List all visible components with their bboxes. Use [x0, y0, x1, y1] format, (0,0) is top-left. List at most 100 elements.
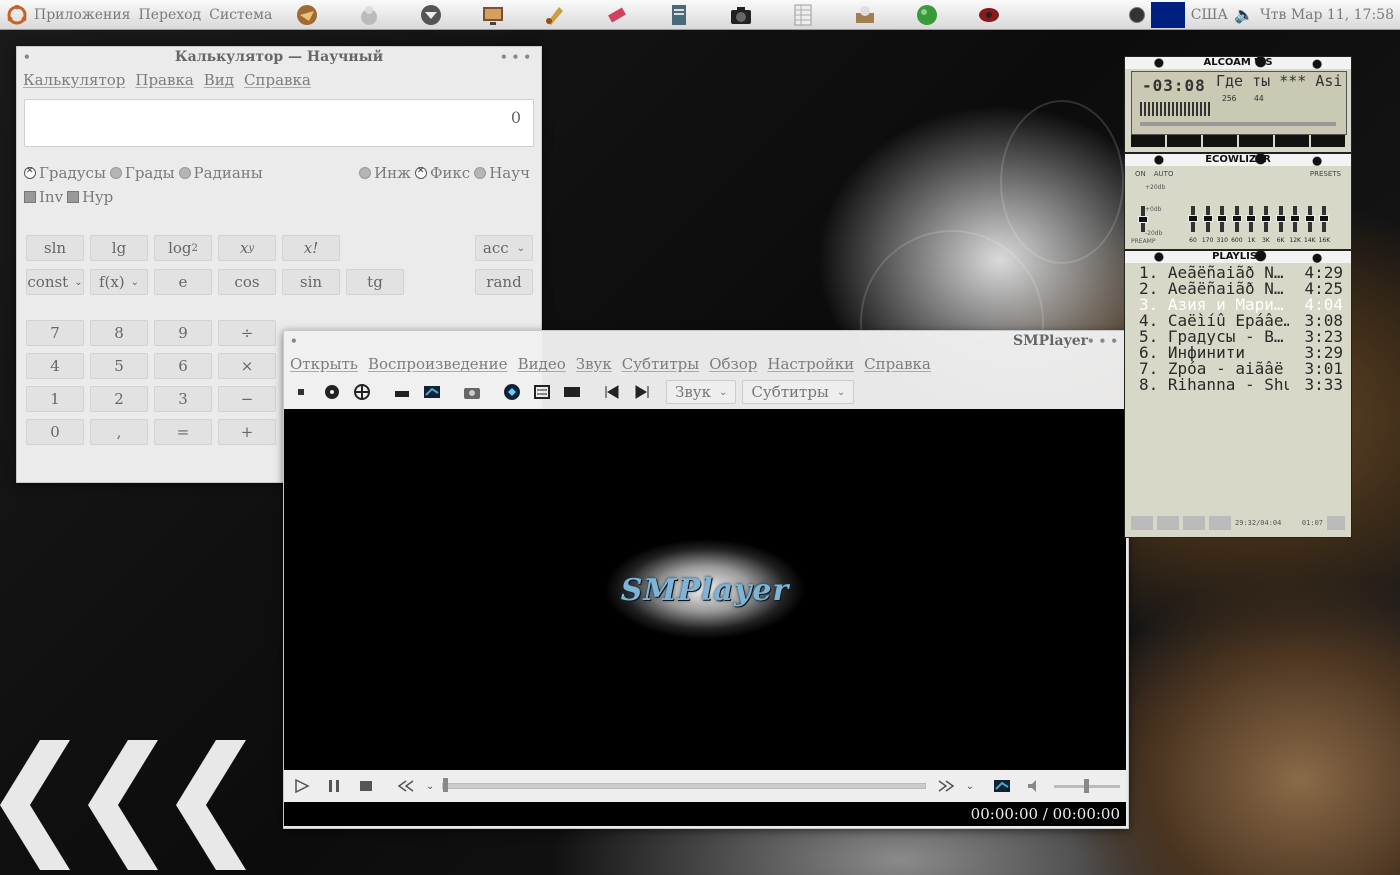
play-icon[interactable] [290, 774, 314, 798]
next-icon[interactable] [630, 380, 654, 404]
key-fx-dropdown[interactable]: f(x) ⌄ [90, 269, 148, 295]
audacious-titlebar[interactable]: ALCOAM WS [1125, 57, 1351, 69]
eq-band-knob[interactable] [1290, 215, 1301, 223]
calculator-titlebar[interactable]: • Калькулятор — Научный ••• [17, 47, 541, 67]
menu-help[interactable]: Справка [864, 355, 931, 373]
eq-band-knob[interactable] [1231, 215, 1242, 223]
calculator-display[interactable]: 0 [24, 99, 534, 147]
key-8[interactable]: 8 [90, 320, 148, 346]
launcher-chat-icon[interactable] [418, 3, 444, 27]
key-multiply[interactable]: × [218, 353, 276, 379]
radio-engineering[interactable]: Инж [359, 164, 411, 182]
volume-handle[interactable] [1084, 778, 1089, 793]
key-2[interactable]: 2 [90, 386, 148, 412]
pause-icon[interactable] [1203, 135, 1237, 147]
eq-band-slider[interactable] [1290, 206, 1301, 232]
menu-browse[interactable]: Обзор [709, 355, 757, 373]
key-log2[interactable]: log 2 [154, 235, 212, 261]
open-network-icon[interactable] [350, 380, 374, 404]
launcher-camera-icon[interactable] [728, 3, 754, 27]
key-const-dropdown[interactable]: const ⌄ [26, 269, 84, 295]
stop-icon[interactable] [1239, 135, 1273, 147]
launcher-globe-icon[interactable] [914, 3, 940, 27]
clock[interactable]: Чтв Мар 11, 17:58 [1260, 7, 1394, 23]
key-subtract[interactable]: − [218, 386, 276, 412]
select-button[interactable] [1183, 516, 1205, 530]
pause-icon[interactable] [322, 774, 346, 798]
rewind-icon[interactable] [394, 774, 418, 798]
key-e[interactable]: e [154, 269, 212, 295]
add-file-button[interactable] [1131, 516, 1153, 530]
launcher-browser-icon[interactable] [294, 3, 320, 27]
window-menu-icon[interactable]: • [23, 47, 31, 67]
menu-play[interactable]: Воспроизведение [368, 355, 508, 373]
tray-status-icon[interactable] [1128, 6, 1145, 23]
menu-audio[interactable]: Звук [576, 355, 612, 373]
eq-band-knob[interactable] [1246, 215, 1257, 223]
eq-presets-button[interactable]: PRESETS [1310, 170, 1341, 178]
key-9[interactable]: 9 [154, 320, 212, 346]
mute-icon[interactable] [1022, 774, 1046, 798]
radio-scientific[interactable]: Науч [474, 164, 530, 182]
key-sin[interactable]: sin [282, 269, 340, 295]
launcher-desktop-icon[interactable] [480, 3, 506, 27]
menu-video[interactable]: Видео [518, 355, 566, 373]
menu-system[interactable]: Система [205, 7, 276, 23]
open-file-icon[interactable] [290, 380, 314, 404]
keyboard-layout[interactable]: США [1191, 7, 1228, 23]
key-5[interactable]: 5 [90, 353, 148, 379]
eq-band-knob[interactable] [1217, 215, 1228, 223]
seek-handle[interactable] [443, 778, 449, 792]
eq-band-knob[interactable] [1188, 215, 1198, 223]
remove-file-button[interactable] [1157, 516, 1179, 530]
playlist-icon[interactable] [390, 380, 414, 404]
eq-band-slider[interactable] [1275, 206, 1286, 232]
smplayer-titlebar[interactable]: • SMPlayer ••• [284, 331, 1128, 351]
key-sln[interactable]: sln [26, 235, 84, 261]
position-bar[interactable] [1140, 122, 1336, 126]
launcher-document-icon[interactable] [666, 3, 692, 27]
menu-calculator[interactable]: Калькулятор [23, 71, 125, 89]
equalizer-titlebar[interactable]: ECOWLIZER [1125, 154, 1351, 166]
eject-icon[interactable] [1311, 135, 1345, 147]
key-3[interactable]: 3 [154, 386, 212, 412]
eq-band-knob[interactable] [1261, 215, 1271, 223]
launcher-eraser-icon[interactable] [604, 3, 630, 27]
menu-subtitles[interactable]: Субтитры [622, 355, 699, 373]
volume-icon[interactable]: 🔈 [1234, 5, 1254, 24]
previous-icon[interactable] [1131, 135, 1165, 147]
eq-band-knob[interactable] [1304, 215, 1315, 223]
launcher-paint-icon[interactable] [542, 3, 568, 27]
play-icon[interactable] [1167, 135, 1201, 147]
video-area[interactable]: SMPlayer [284, 409, 1126, 770]
playlist-item[interactable]: 8. Rihanna - Shut … 3:33 [1125, 377, 1351, 393]
eq-band-slider[interactable] [1217, 206, 1228, 232]
playlist-titlebar[interactable]: PLAYLIST [1125, 251, 1351, 263]
stop-icon[interactable] [354, 774, 378, 798]
key-1[interactable]: 1 [26, 386, 84, 412]
menu-places[interactable]: Переход [134, 7, 205, 23]
key-power[interactable]: xy [218, 235, 276, 261]
key-lg[interactable]: lg [90, 235, 148, 261]
key-equals[interactable]: = [154, 419, 212, 445]
eq-on-button[interactable]: ON [1135, 170, 1146, 178]
menu-applications[interactable]: Приложения [30, 7, 134, 23]
menu-edit[interactable]: Правка [135, 71, 193, 89]
volume-slider[interactable] [1054, 778, 1120, 793]
eq-band-slider[interactable] [1202, 206, 1213, 232]
key-acc-dropdown[interactable]: acc ⌄ [475, 235, 533, 261]
eq-band-slider[interactable] [1246, 206, 1257, 232]
key-0[interactable]: 0 [26, 419, 84, 445]
checkbox-hyp[interactable]: Hyp [67, 188, 113, 206]
launcher-installer-icon[interactable] [852, 3, 878, 27]
key-4[interactable]: 4 [26, 353, 84, 379]
eq-band-slider[interactable] [1188, 206, 1198, 232]
window-controls[interactable]: ••• [1087, 331, 1122, 351]
radio-fixed[interactable]: Фикс [414, 164, 470, 182]
key-decimal[interactable]: , [90, 419, 148, 445]
lcd-time[interactable]: -03:08 [1142, 76, 1206, 95]
eq-band-knob[interactable] [1202, 215, 1213, 223]
subtitle-select[interactable]: Субтитры ⌄ [742, 380, 855, 404]
launcher-spreadsheet-icon[interactable] [790, 3, 816, 27]
eq-band-slider[interactable] [1261, 206, 1271, 232]
